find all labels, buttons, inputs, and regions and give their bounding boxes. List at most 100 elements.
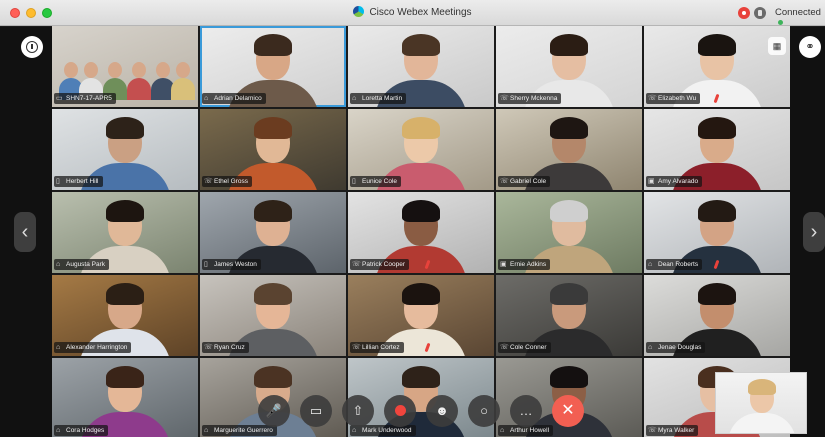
- participants-icon: ☻: [435, 403, 449, 418]
- participant-tile[interactable]: ☏Ryan Cruz: [200, 275, 346, 356]
- close-icon: ✕: [561, 402, 575, 419]
- participant-name: Adrian Delamico: [214, 95, 262, 102]
- participant-tile[interactable]: ▯ Herbert Hill: [52, 109, 198, 190]
- headset-icon: ⌂: [56, 344, 61, 351]
- participant-tile[interactable]: ☏Patrick Cooper: [348, 192, 494, 273]
- participant-tile[interactable]: ⌂ Dean Roberts: [644, 192, 790, 273]
- participant-tile[interactable]: ▯ James Weston: [200, 192, 346, 273]
- participant-name-tag: ☏Patrick Cooper: [350, 259, 409, 270]
- participant-hair: [402, 117, 440, 139]
- participant-name: Cora Hodges: [66, 427, 105, 434]
- participant-hair: [550, 34, 588, 56]
- mute-button[interactable]: 🎤: [258, 395, 290, 427]
- phone-icon: ☏: [500, 344, 509, 351]
- group-member-head: [84, 62, 98, 78]
- participant-name: Arthur Howell: [510, 427, 550, 434]
- participant-hair: [698, 283, 736, 305]
- participant-name: SHN7-17-APR5: [66, 95, 112, 102]
- participant-tile[interactable]: ⌂ Adrian Delamico: [200, 26, 346, 107]
- participant-name-tag: ⌂ Cora Hodges: [54, 425, 109, 436]
- participant-name: Alexander Harrington: [66, 344, 128, 351]
- layout-grid-button[interactable]: ▦: [768, 37, 786, 55]
- participant-name-tag: ▯ Eunice Cole: [350, 176, 402, 187]
- self-view-video[interactable]: [715, 372, 807, 434]
- video-button[interactable]: ▭: [300, 395, 332, 427]
- participant-name: Mark Underwood: [362, 427, 412, 434]
- participant-name-tag: ⌂ Alexander Harrington: [54, 342, 132, 353]
- window-titlebar: Cisco Webex Meetings Connected: [0, 0, 825, 26]
- chat-bubble-icon: ○: [480, 403, 488, 418]
- participant-name: Loretta Martin: [362, 95, 403, 102]
- phone-icon: ☏: [500, 178, 509, 185]
- group-member-head: [108, 62, 122, 78]
- participant-hair: [254, 34, 292, 56]
- participant-tile[interactable]: ▭ SHN7-17-APR5: [52, 26, 198, 107]
- group-member-head: [176, 62, 190, 78]
- share-button[interactable]: ⇧: [342, 395, 374, 427]
- participant-tile[interactable]: ☏Ethel Gross: [200, 109, 346, 190]
- participant-name-tag: ⌂ Adrian Delamico: [202, 93, 266, 104]
- participant-tile[interactable]: ▯ Eunice Cole: [348, 109, 494, 190]
- more-options-button[interactable]: …: [510, 395, 542, 427]
- next-page-button[interactable]: ›: [803, 212, 825, 252]
- participant-hair: [106, 117, 144, 139]
- participant-hair: [698, 117, 736, 139]
- participant-tile[interactable]: ⌂ Alexander Harrington: [52, 275, 198, 356]
- connection-status-text: Connected: [775, 7, 821, 18]
- meeting-lock-icon[interactable]: [754, 7, 766, 19]
- phone-icon: ☏: [352, 344, 361, 351]
- participant-name-tag: ▯ Herbert Hill: [54, 176, 103, 187]
- phone-icon: ☏: [500, 95, 509, 102]
- participant-tile[interactable]: ▣ Ernie Adkins: [496, 192, 642, 273]
- group-member-head: [156, 62, 170, 78]
- participant-tile[interactable]: ☏Lillian Cortez: [348, 275, 494, 356]
- participant-name: Sherry Mckenna: [510, 95, 558, 102]
- apps-button[interactable]: ⚭: [799, 36, 821, 58]
- participant-name-tag: ⌂ Loretta Martin: [350, 93, 407, 104]
- phone-icon: ☏: [648, 427, 657, 434]
- group-member-body: [127, 78, 151, 100]
- record-button[interactable]: [384, 395, 416, 427]
- participant-hair: [254, 283, 292, 305]
- participant-name-tag: ⌂ Dean Roberts: [646, 259, 703, 270]
- participant-tile[interactable]: ⌂ Mark Underwood: [348, 358, 494, 437]
- participant-name-tag: ☏Cole Conner: [498, 342, 551, 353]
- microphone-off-icon: 🎤: [265, 403, 283, 418]
- meeting-info-button[interactable]: [21, 36, 43, 58]
- participant-name-tag: ☏Lillian Cortez: [350, 342, 404, 353]
- participant-name: Jenae Douglas: [658, 344, 702, 351]
- recording-indicator-icon[interactable]: [738, 7, 750, 19]
- participant-name-tag: ☏Elizabeth Wu: [646, 93, 701, 104]
- participant-name-tag: ▭ SHN7-17-APR5: [54, 93, 116, 104]
- participant-hair: [698, 200, 736, 222]
- chat-button[interactable]: ○: [468, 395, 500, 427]
- participant-name: Marguerite Guerrero: [214, 427, 273, 434]
- participant-tile[interactable]: ⌂ Loretta Martin: [348, 26, 494, 107]
- video-device-icon: ▣: [500, 261, 507, 268]
- participant-name-tag: ☏Ryan Cruz: [202, 342, 249, 353]
- participant-name-tag: ☏Sherry Mckenna: [498, 93, 562, 104]
- window-title: Cisco Webex Meetings: [0, 6, 825, 18]
- participant-hair: [698, 34, 736, 56]
- headset-icon: ⌂: [648, 344, 653, 351]
- participant-tile[interactable]: ▣ Amy Alvarado: [644, 109, 790, 190]
- connection-status-dot-icon: [778, 20, 783, 25]
- end-meeting-button[interactable]: ✕: [552, 395, 584, 427]
- participant-tile[interactable]: ☏Cole Conner: [496, 275, 642, 356]
- participant-name-tag: ▣ Ernie Adkins: [498, 259, 551, 270]
- participant-tile[interactable]: ☏Gabriel Cole: [496, 109, 642, 190]
- participants-button[interactable]: ☻: [426, 395, 458, 427]
- participant-name-tag: ⌂ Jenae Douglas: [646, 342, 706, 353]
- participant-name: Augusta Park: [66, 261, 106, 268]
- more-options-icon: …: [519, 403, 533, 418]
- participant-name: Elizabeth Wu: [658, 95, 697, 102]
- participant-tile[interactable]: ☏Sherry Mckenna: [496, 26, 642, 107]
- participant-tile[interactable]: ⌂ Augusta Park: [52, 192, 198, 273]
- headset-icon: ⌂: [56, 427, 61, 434]
- headset-icon: ⌂: [204, 427, 209, 434]
- participant-tile[interactable]: ⌂ Jenae Douglas: [644, 275, 790, 356]
- participant-tile[interactable]: ⌂ Cora Hodges: [52, 358, 198, 437]
- participant-hair: [402, 366, 440, 388]
- previous-page-button[interactable]: ‹: [14, 212, 36, 252]
- group-member-body: [171, 78, 195, 100]
